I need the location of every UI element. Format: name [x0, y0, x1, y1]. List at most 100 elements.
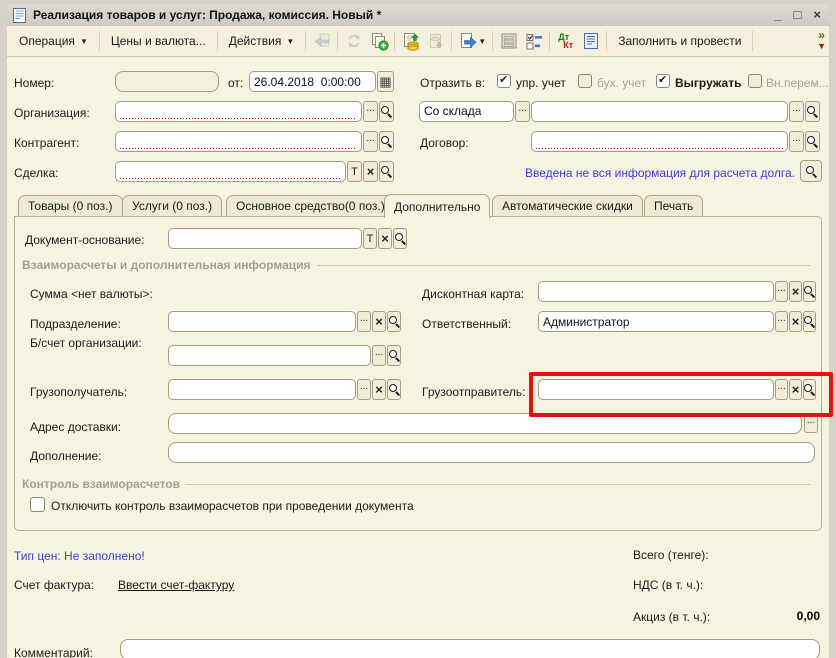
responsible-clear-button[interactable]: [789, 311, 802, 332]
department-clear-button[interactable]: [372, 311, 386, 332]
magnifier-icon: [804, 384, 815, 395]
bank-account-search-button[interactable]: [387, 345, 401, 366]
show-postings-button[interactable]: ДтКт: [553, 29, 578, 53]
tab-additional[interactable]: Дополнительно: [384, 194, 490, 218]
consignor-clear-button[interactable]: [789, 379, 802, 400]
date-input[interactable]: [249, 71, 376, 92]
counterparty-select-button[interactable]: [363, 131, 378, 152]
create-based-on-button[interactable]: ▼: [455, 29, 489, 53]
base-document-search-button[interactable]: [393, 228, 407, 249]
maximize-icon[interactable]: □: [794, 10, 802, 20]
deal-label: Сделка:: [14, 166, 58, 180]
checklist-settings-icon: [524, 31, 544, 51]
accounting-checkbox: [578, 74, 592, 88]
delivery-address-select-button[interactable]: [804, 414, 818, 433]
invoice-label: Счет фактура:: [14, 578, 94, 592]
contract-search-button[interactable]: [805, 131, 820, 152]
deal-input[interactable]: [115, 161, 346, 182]
consignee-select-button[interactable]: [357, 379, 371, 400]
number-input[interactable]: [115, 71, 219, 92]
operation-menu-button[interactable]: Операция▼: [11, 31, 96, 51]
responsible-search-button[interactable]: [803, 311, 816, 332]
department-input[interactable]: [168, 311, 356, 332]
counterparty-input[interactable]: [115, 131, 362, 152]
document-report-button[interactable]: [578, 29, 603, 53]
contract-select-button[interactable]: [789, 131, 804, 152]
discount-card-clear-button[interactable]: [789, 281, 802, 302]
comment-input[interactable]: [120, 639, 820, 658]
deal-type-button[interactable]: [347, 161, 362, 182]
consignor-select-button[interactable]: [775, 379, 788, 400]
overflow-caret-icon[interactable]: ▼: [817, 41, 826, 52]
department-search-button[interactable]: [387, 311, 401, 332]
actions-menu-button[interactable]: Действия▼: [221, 31, 303, 51]
toolbar-separator: [451, 31, 452, 51]
enter-invoice-link[interactable]: Ввести счет-фактуру: [118, 578, 234, 592]
counterparty-search-button[interactable]: [379, 131, 394, 152]
list-settings-button[interactable]: [521, 29, 546, 53]
toolbar-separator: [99, 31, 100, 51]
post-document-button[interactable]: [398, 29, 423, 53]
responsible-select-button[interactable]: [775, 311, 788, 332]
warehouse-input[interactable]: [531, 101, 788, 122]
copy-button[interactable]: [366, 29, 391, 53]
overflow-chevron-icon[interactable]: »: [818, 30, 825, 41]
base-document-input[interactable]: [168, 228, 362, 249]
debt-warning-link[interactable]: Введена не вся информация для расчета до…: [420, 166, 795, 180]
discount-card-label: Дисконтная карта:: [422, 287, 524, 301]
calendar-button[interactable]: [377, 71, 394, 92]
magnifier-icon: [381, 136, 392, 147]
warehouse-type-select-button[interactable]: [515, 101, 530, 122]
contract-input[interactable]: [531, 131, 788, 152]
base-document-clear-button[interactable]: [378, 228, 392, 249]
fill-and-post-button[interactable]: Заполнить и провести: [610, 31, 749, 51]
warehouse-search-button[interactable]: [805, 101, 820, 122]
tab-fixed-assets[interactable]: Основное средство(0 поз.): [226, 195, 395, 216]
warehouse-select-button[interactable]: [789, 101, 804, 122]
close-icon[interactable]: ×: [813, 10, 821, 20]
organization-select-button[interactable]: [363, 101, 378, 122]
magnifier-icon: [381, 166, 392, 177]
disable-control-label: Отключить контроль взаиморасчетов при пр…: [51, 499, 414, 513]
organization-label: Организация:: [14, 106, 90, 120]
toolbar-separator: [217, 31, 218, 51]
responsible-input[interactable]: [538, 311, 774, 332]
prices-currency-button[interactable]: Цены и валюта...: [103, 31, 214, 51]
consignor-input[interactable]: [538, 379, 774, 400]
internal-transfer-label: Вн.перем...: [766, 76, 829, 90]
debt-search-button[interactable]: [800, 160, 822, 182]
upload-checkbox[interactable]: [656, 74, 670, 88]
tab-auto-discounts[interactable]: Автоматические скидки: [492, 195, 643, 216]
discount-card-input[interactable]: [538, 281, 774, 302]
consignor-search-button[interactable]: [803, 379, 816, 400]
control-section-header: Контроль взаиморасчетов: [22, 477, 810, 491]
discount-card-select-button[interactable]: [775, 281, 788, 302]
bank-account-select-button[interactable]: [372, 345, 386, 366]
warehouse-type-selector[interactable]: Со склада: [419, 101, 514, 122]
price-type-text[interactable]: Тип цен: Не заполнено!: [14, 549, 145, 563]
management-accounting-checkbox[interactable]: [497, 74, 511, 88]
consignee-clear-button[interactable]: [372, 379, 386, 400]
minimize-icon[interactable]: _: [774, 10, 781, 20]
addition-input[interactable]: [168, 442, 815, 463]
bank-account-input[interactable]: [168, 345, 371, 366]
deal-search-button[interactable]: [379, 161, 394, 182]
management-accounting-label: упр. учет: [516, 76, 566, 90]
delivery-address-input[interactable]: [168, 413, 802, 434]
organization-input[interactable]: [115, 101, 362, 122]
discount-card-search-button[interactable]: [803, 281, 816, 302]
upload-label: Выгружать: [675, 76, 742, 90]
internal-transfer-checkbox: [748, 74, 762, 88]
deal-clear-button[interactable]: [363, 161, 378, 182]
consignee-search-button[interactable]: [387, 379, 401, 400]
organization-search-button[interactable]: [379, 101, 394, 122]
base-document-type-button[interactable]: [363, 228, 377, 249]
tab-services[interactable]: Услуги (0 поз.): [122, 195, 222, 216]
disable-control-checkbox[interactable]: [30, 497, 45, 512]
consignee-input[interactable]: [168, 379, 356, 400]
subordination-structure-button[interactable]: [496, 29, 521, 53]
department-select-button[interactable]: [357, 311, 371, 332]
tab-print[interactable]: Печать: [644, 195, 703, 216]
tab-goods[interactable]: Товары (0 поз.): [18, 195, 123, 216]
toolbar-separator: [337, 31, 338, 51]
